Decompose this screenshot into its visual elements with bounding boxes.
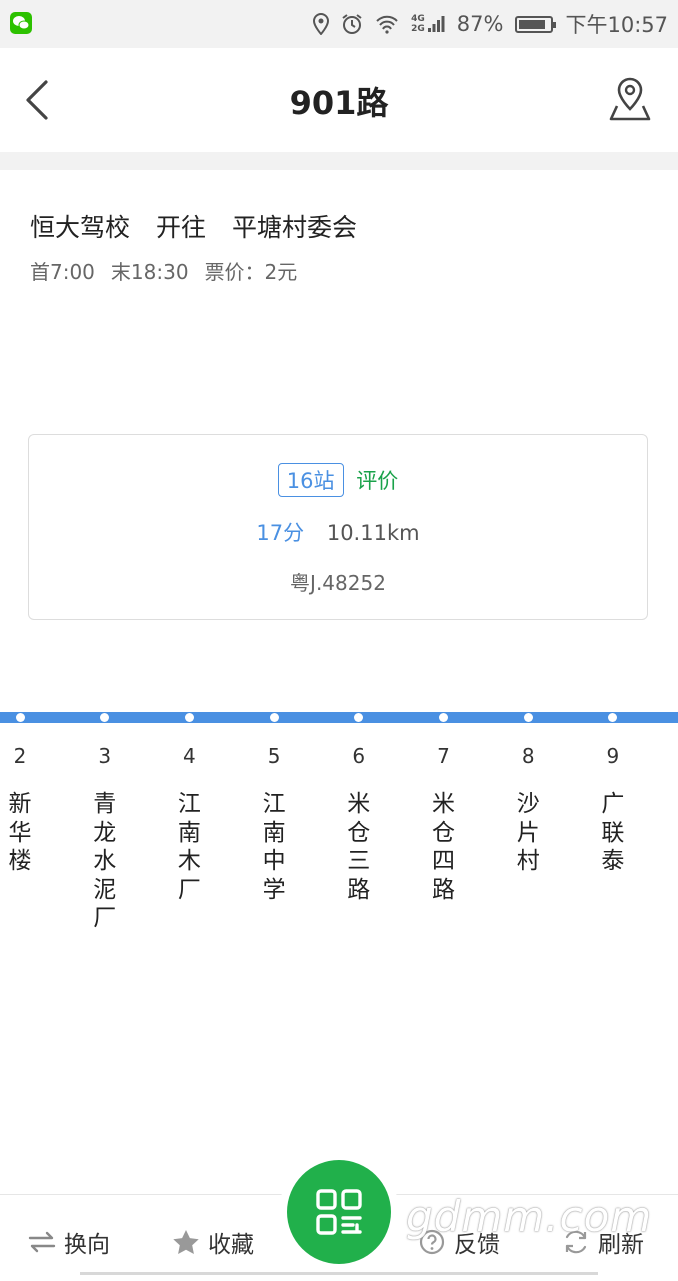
stops-count-badge: 16站 <box>277 463 344 497</box>
map-location-icon[interactable] <box>608 76 652 122</box>
battery-icon <box>515 15 557 33</box>
battery-percent: 87% <box>456 12 504 36</box>
bottom-rule <box>80 1272 598 1275</box>
qr-code-icon <box>316 1189 362 1235</box>
trip-distance: 10.11km <box>326 521 420 545</box>
stop-name: 江南中学 <box>262 791 286 903</box>
fare: 票价：2元 <box>204 260 298 284</box>
route-direction: 恒大驾校 开往 平塘村委会 <box>30 208 383 244</box>
stop-number: 7 <box>437 744 450 768</box>
stop-item[interactable]: 3 青龙水泥厂 <box>85 744 125 933</box>
clock: 下午10:57 <box>565 13 668 37</box>
bus-info-card: 16站 评价 17分 10.11km 粤J.48252 <box>28 434 648 620</box>
stop-item[interactable]: 2 新华楼 <box>0 744 40 876</box>
bus-plate: 粤J.48252 <box>290 571 386 595</box>
route-direction-word: 开往 <box>156 213 207 242</box>
scan-qr-button[interactable] <box>287 1160 391 1264</box>
stop-name: 米仓三路 <box>347 791 371 903</box>
stop-item[interactable]: 9 广联泰 <box>593 744 633 876</box>
watermark: gdmm.com <box>406 1192 653 1241</box>
stop-number: 9 <box>606 744 620 768</box>
stop-item[interactable]: 7 米仓四路 <box>424 744 464 904</box>
stop-number: 2 <box>13 744 27 768</box>
stop-dot <box>269 713 279 722</box>
stop-item[interactable]: 8 沙片村 <box>508 744 548 876</box>
title-bar: 901路 <box>0 48 678 152</box>
stop-name: 新华楼 <box>8 791 32 874</box>
location-icon <box>313 13 330 35</box>
wifi-icon <box>376 15 398 34</box>
last-bus-time: 末18:30 <box>110 260 189 284</box>
status-bar: 4G 2G 87% 下午10:57 <box>0 0 678 48</box>
reverse-label: 换向 <box>64 1232 110 1258</box>
page-title: 901路 <box>289 84 389 122</box>
reverse-button[interactable]: 换向 <box>28 1225 110 1259</box>
alarm-icon <box>342 14 362 34</box>
stop-dot <box>15 713 25 722</box>
stop-item[interactable]: 5 江南中学 <box>254 744 294 904</box>
star-icon <box>173 1230 199 1254</box>
stop-dot <box>523 713 533 722</box>
signal-icon <box>427 16 445 32</box>
network-type-badge: 4G 2G <box>411 14 425 34</box>
stop-number: 5 <box>267 744 281 768</box>
stop-name: 广联泰 <box>601 791 625 874</box>
stop-name: 米仓四路 <box>432 791 455 903</box>
rate-link[interactable]: 评价 <box>356 469 398 493</box>
swap-arrows-icon <box>28 1231 56 1253</box>
stop-item[interactable]: 6 米仓三路 <box>339 744 379 904</box>
stop-name: 青龙水泥厂 <box>93 791 117 931</box>
stop-name: 沙片村 <box>516 791 540 874</box>
stop-dot <box>184 713 194 722</box>
first-bus-time: 首7:00 <box>30 260 95 284</box>
wechat-notification-icon <box>10 12 32 34</box>
section-divider <box>0 152 678 170</box>
trip-duration: 17分 <box>256 521 305 545</box>
stop-item[interactable]: 4 江南木厂 <box>169 744 209 904</box>
stop-number: 8 <box>521 744 535 768</box>
stop-dot <box>439 713 448 722</box>
route-origin: 恒大驾校 <box>30 213 131 242</box>
favorite-label: 收藏 <box>208 1232 254 1258</box>
stop-name: 江南木厂 <box>177 791 201 903</box>
route-schedule: 首7:00 末18:30 票价：2元 <box>30 256 313 285</box>
stop-number: 3 <box>98 744 112 768</box>
stop-number: 6 <box>352 744 366 768</box>
favorite-button[interactable]: 收藏 <box>172 1225 254 1259</box>
route-destination: 平塘村委会 <box>232 213 358 242</box>
stop-number: 4 <box>183 744 196 768</box>
